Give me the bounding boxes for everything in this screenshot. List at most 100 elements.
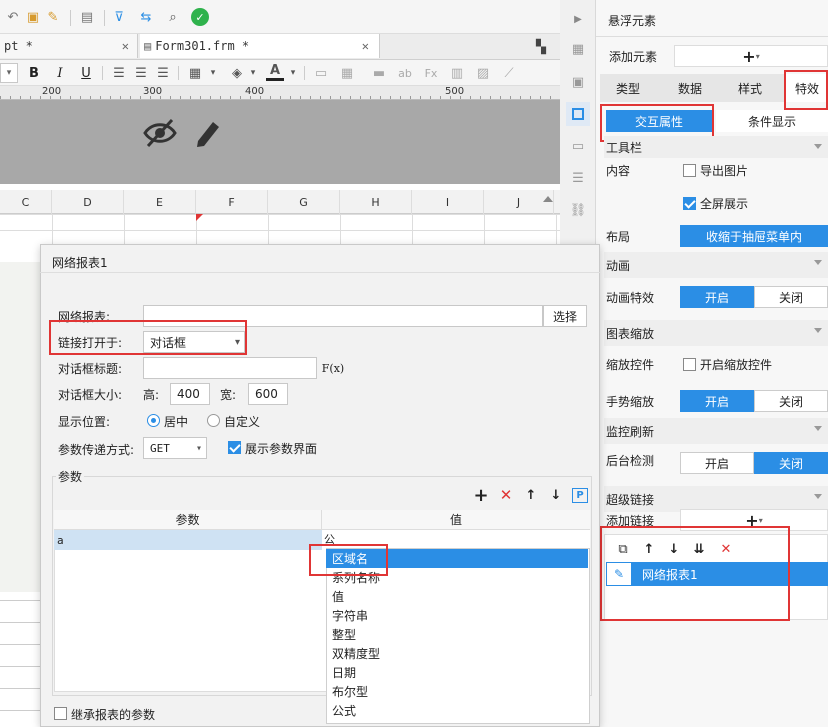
- scroll-up-icon[interactable]: [543, 196, 553, 202]
- preview-icon[interactable]: ⌕: [164, 8, 182, 26]
- bold-icon[interactable]: B: [25, 64, 43, 82]
- section-title: 超级链接: [606, 492, 655, 507]
- param-down-icon[interactable]: ↓: [547, 486, 565, 504]
- element-attr-icon[interactable]: ▣: [569, 73, 587, 91]
- tab-form[interactable]: ▤ Form301.frm * ✕: [140, 34, 380, 58]
- param-up-icon[interactable]: ↑: [522, 486, 540, 504]
- fullscreen-checkbox[interactable]: [683, 197, 696, 210]
- align-center-icon[interactable]: ☰: [132, 64, 150, 82]
- image-icon[interactable]: ▨: [474, 64, 492, 82]
- chevron-down-icon[interactable]: ▾: [204, 64, 222, 82]
- background-detect-off[interactable]: 关闭: [754, 452, 828, 474]
- tab-type[interactable]: 类型: [600, 77, 656, 99]
- formula-icon[interactable]: Fx: [422, 64, 440, 82]
- chevron-down-icon[interactable]: ▾: [244, 64, 262, 82]
- section-animation[interactable]: 动画: [604, 252, 828, 278]
- background-detect-on[interactable]: 开启: [680, 452, 754, 474]
- tab-data[interactable]: 数据: [662, 77, 718, 99]
- section-title: 工具栏: [606, 140, 643, 155]
- slash-icon[interactable]: ⟋: [500, 64, 518, 82]
- hide-icon[interactable]: [142, 118, 178, 148]
- delete-param-icon[interactable]: ✕: [497, 486, 515, 504]
- float-attr-icon[interactable]: [566, 102, 590, 126]
- subtab-condition[interactable]: 条件显示: [716, 110, 828, 132]
- param-p-icon[interactable]: P: [572, 488, 588, 503]
- report-icon[interactable]: ▤: [78, 8, 96, 26]
- column-header[interactable]: E: [124, 190, 196, 214]
- widget-icon[interactable]: ▭: [569, 137, 587, 155]
- column-header[interactable]: F: [196, 190, 268, 214]
- section-monitor[interactable]: 监控刷新: [604, 418, 828, 444]
- undo-icon[interactable]: ↶: [4, 8, 22, 26]
- font-color-icon[interactable]: A: [266, 63, 284, 81]
- position-center-radio[interactable]: [147, 414, 160, 427]
- dropdown-option[interactable]: 布尔型: [326, 682, 588, 701]
- height-input[interactable]: 400: [170, 383, 210, 405]
- add-param-icon[interactable]: +: [472, 485, 490, 506]
- dropdown-option[interactable]: 公式: [326, 701, 588, 720]
- zoom-control-checkbox[interactable]: [683, 358, 696, 371]
- filter-icon[interactable]: ⊽: [110, 8, 128, 26]
- param-method-select[interactable]: GET ▾: [143, 437, 207, 459]
- italic-icon[interactable]: I: [51, 64, 69, 82]
- form-icon: ▤: [144, 39, 152, 53]
- position-custom-radio[interactable]: [207, 414, 220, 427]
- link-icon[interactable]: ⛓: [569, 201, 587, 219]
- column-header[interactable]: D: [52, 190, 124, 214]
- align-left-icon[interactable]: ☰: [110, 64, 128, 82]
- edit-icon[interactable]: [192, 117, 222, 149]
- width-input[interactable]: 600: [248, 383, 288, 405]
- map-area: [0, 262, 40, 592]
- paste-icon[interactable]: ▣: [24, 8, 42, 26]
- column-header[interactable]: J: [484, 190, 554, 214]
- add-element-button[interactable]: + ▾: [674, 45, 828, 67]
- close-icon[interactable]: ✕: [362, 39, 369, 53]
- tab-report[interactable]: pt * ✕: [0, 34, 138, 58]
- position-custom-label: 自定义: [224, 415, 261, 429]
- animation-on[interactable]: 开启: [680, 286, 754, 308]
- layout-value[interactable]: 收缩于抽屉菜单内: [680, 225, 828, 247]
- close-icon[interactable]: ✕: [122, 39, 129, 53]
- dialog-title-input[interactable]: [143, 357, 317, 379]
- dropdown-option[interactable]: 日期: [326, 663, 588, 682]
- underline-icon[interactable]: U: [77, 64, 95, 82]
- bar-icon[interactable]: ▬: [370, 64, 388, 82]
- column-header[interactable]: C: [0, 190, 52, 214]
- gesture-zoom-on[interactable]: 开启: [680, 390, 754, 412]
- chevron-down-icon: ▾: [195, 442, 202, 454]
- cell-attr-icon[interactable]: ▦: [569, 40, 587, 58]
- column-header[interactable]: H: [340, 190, 412, 214]
- dropdown-option[interactable]: 值: [326, 587, 588, 606]
- select-button[interactable]: 选择: [543, 305, 587, 327]
- section-toolbar[interactable]: 工具栏: [604, 136, 828, 158]
- tab-style[interactable]: 样式: [722, 77, 778, 99]
- tab-menu-icon[interactable]: ▚: [532, 38, 550, 56]
- dropdown-option[interactable]: 整型: [326, 625, 588, 644]
- float-element-area[interactable]: [0, 100, 560, 184]
- cell-icon[interactable]: ▭: [312, 64, 330, 82]
- animation-off[interactable]: 关闭: [754, 286, 828, 308]
- border-icon[interactable]: ▦: [186, 64, 204, 82]
- param-row-name[interactable]: a: [54, 530, 322, 550]
- section-zoom[interactable]: 图表缩放: [604, 320, 828, 346]
- collapse-icon[interactable]: ▶: [569, 10, 587, 28]
- export-image-checkbox[interactable]: [683, 164, 696, 177]
- format-painter-icon[interactable]: ✎: [44, 8, 62, 26]
- swap-icon[interactable]: ⇆: [137, 8, 155, 26]
- chart-icon[interactable]: ▥: [448, 64, 466, 82]
- column-header[interactable]: G: [268, 190, 340, 214]
- column-header[interactable]: I: [412, 190, 484, 214]
- condition-icon[interactable]: ☰: [569, 169, 587, 187]
- dropdown-option[interactable]: 双精度型: [326, 644, 588, 663]
- align-right-icon[interactable]: ☰: [154, 64, 172, 82]
- check-icon[interactable]: ✓: [191, 8, 209, 26]
- gesture-zoom-off[interactable]: 关闭: [754, 390, 828, 412]
- dropdown-option[interactable]: 字符串: [326, 606, 588, 625]
- text-icon[interactable]: ab: [396, 64, 414, 82]
- show-params-checkbox[interactable]: [228, 441, 241, 454]
- grid-icon[interactable]: ▦: [338, 64, 356, 82]
- inherit-params-checkbox[interactable]: [54, 707, 67, 720]
- formula-button[interactable]: F(x): [321, 357, 345, 379]
- font-size-select[interactable]: ▾: [0, 63, 18, 83]
- chevron-down-icon[interactable]: ▾: [284, 64, 302, 82]
